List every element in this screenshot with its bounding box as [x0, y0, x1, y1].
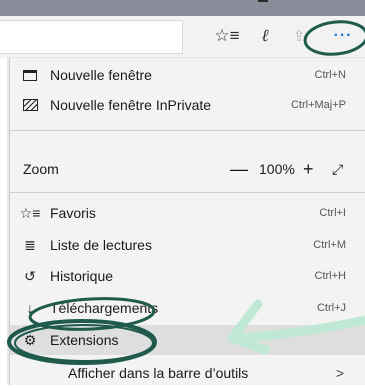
menu-item-label: Nouvelle fenêtre: [50, 67, 152, 83]
menu-item-label: Téléchargements: [50, 300, 159, 316]
zoom-in-button[interactable]: +: [303, 159, 314, 180]
menu-item-shortcut: Ctrl+Maj+P: [290, 99, 346, 111]
fullscreen-icon[interactable]: ⤢: [332, 161, 343, 178]
menu-divider: [10, 130, 365, 131]
zoom-label: Zoom: [23, 161, 59, 177]
inprivate-icon: [22, 97, 38, 113]
minimize-glyph[interactable]: [258, 0, 268, 2]
menu-item-shortcut: Ctrl+M: [313, 239, 346, 251]
menu-item-new-window[interactable]: Nouvelle fenêtre Ctrl+N: [10, 60, 365, 90]
menu-item-favorites[interactable]: ☆≡ Favoris Ctrl+I: [10, 198, 365, 228]
address-bar[interactable]: [0, 20, 183, 54]
menu-item-reading-list[interactable]: ≣ Liste de lectures Ctrl+M: [10, 230, 365, 260]
zoom-level: 100%: [259, 161, 295, 177]
history-icon: ↺: [24, 267, 36, 284]
menu-item-shortcut: Ctrl+J: [316, 302, 346, 314]
menu-item-label: Afficher dans la barre d’outils: [68, 365, 249, 381]
chevron-right-icon: >: [335, 365, 344, 381]
menu-divider: [10, 192, 365, 193]
menu-item-new-inprivate-window[interactable]: Nouvelle fenêtre InPrivate Ctrl+Maj+P: [10, 90, 365, 120]
menu-item-shortcut: Ctrl+I: [319, 207, 346, 219]
menu-item-label: Historique: [50, 268, 114, 284]
share-icon[interactable]: ⇪: [286, 22, 312, 50]
menu-item-history[interactable]: ↺ Historique Ctrl+H: [10, 261, 365, 291]
window-icon: [22, 67, 38, 83]
zoom-out-button[interactable]: —: [230, 159, 248, 180]
extensions-icon: ⚙: [23, 331, 37, 348]
reading-list-icon: ≣: [24, 236, 36, 253]
menu-item-extensions[interactable]: ⚙ Extensions: [10, 325, 365, 355]
menu-item-label: Liste de lectures: [50, 237, 152, 253]
download-icon: ↓: [26, 300, 34, 316]
menu-item-show-in-toolbar[interactable]: Afficher dans la barre d’outils >: [10, 358, 365, 388]
title-bar: [0, 0, 365, 16]
more-icon[interactable]: ···: [330, 22, 356, 50]
menu-item-shortcut: Ctrl+N: [314, 69, 346, 81]
settings-menu: Nouvelle fenêtre Ctrl+N Nouvelle fenêtre…: [9, 58, 365, 385]
menu-item-shortcut: Ctrl+H: [314, 270, 346, 282]
web-note-icon[interactable]: ℓ: [252, 22, 278, 50]
zoom-row: Zoom — 100% + ⤢: [10, 154, 365, 184]
menu-item-label: Nouvelle fenêtre InPrivate: [50, 97, 212, 113]
menu-item-label: Favoris: [50, 205, 96, 221]
menu-item-label: Extensions: [50, 332, 119, 348]
favorites-toolbar-icon[interactable]: ☆≡: [214, 22, 240, 50]
menu-item-downloads[interactable]: ↓ Téléchargements Ctrl+J: [10, 293, 365, 323]
favorites-icon: ☆≡: [19, 204, 41, 221]
